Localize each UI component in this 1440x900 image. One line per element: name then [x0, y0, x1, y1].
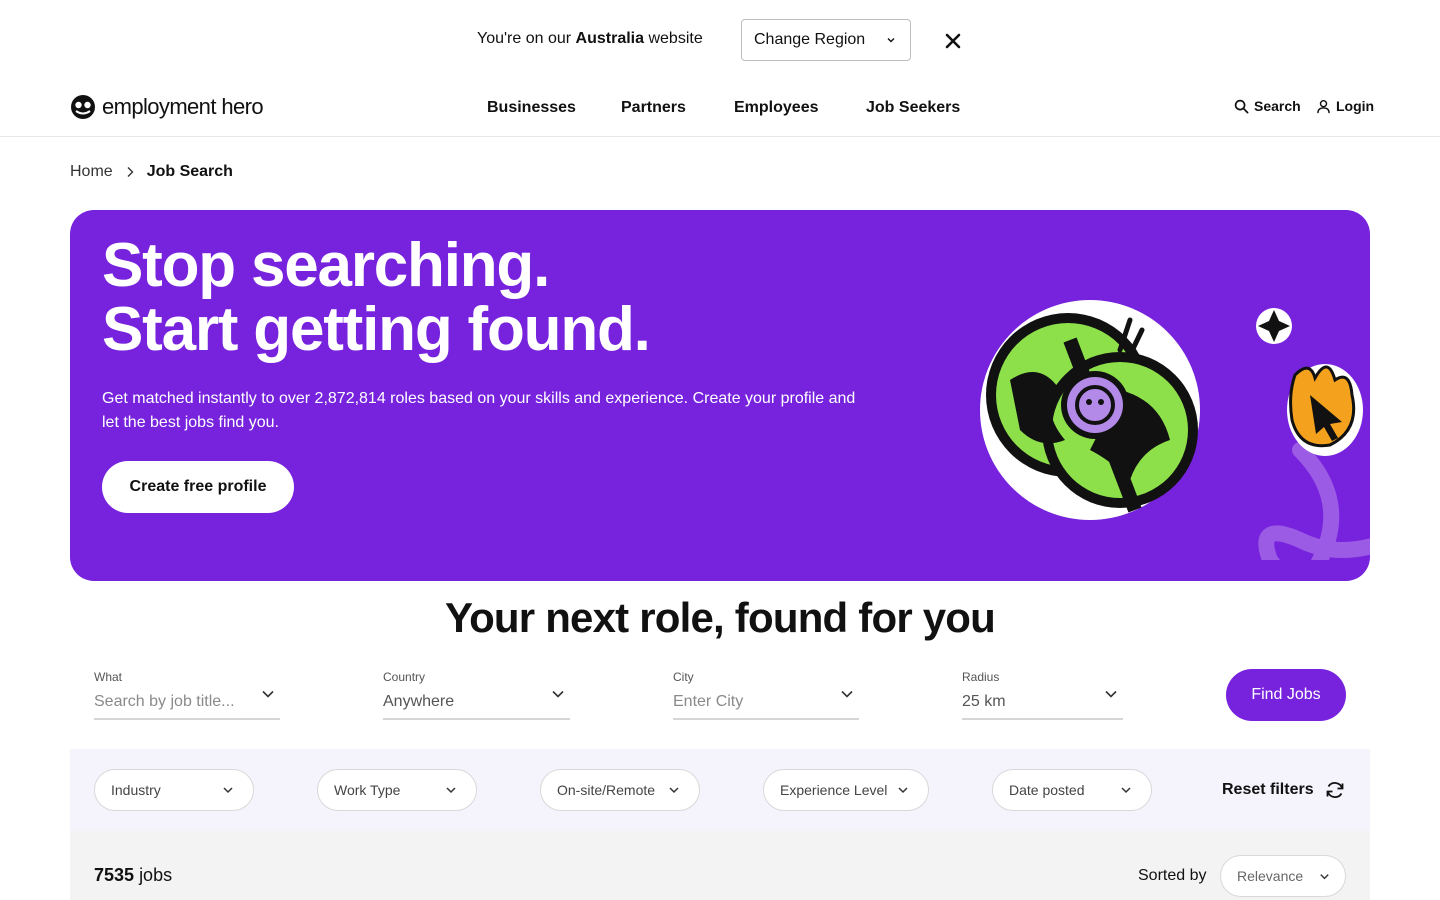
region-prefix: You're on our [477, 30, 572, 47]
city-input[interactable]: Enter City [673, 693, 743, 711]
what-label: What [94, 670, 123, 684]
hero-title-line-2: Start getting found. [102, 295, 651, 364]
chevron-down-icon[interactable] [260, 686, 276, 702]
jobs-count-number: 7535 [94, 865, 135, 885]
globe-sticker [980, 300, 1200, 520]
chevron-down-icon[interactable] [839, 686, 855, 702]
cursor-fire-icon [1287, 364, 1363, 456]
sort-label: Sorted by [1138, 867, 1207, 884]
filter-experience-level[interactable]: Experience Level [763, 769, 929, 811]
region-banner: You're on our Australia website Change R… [0, 0, 1440, 80]
chevron-right-icon [127, 167, 134, 177]
region-message: You're on our Australia website [477, 30, 703, 48]
nav-employees[interactable]: Employees [734, 99, 818, 117]
nav-businesses[interactable]: Businesses [487, 99, 576, 117]
chevron-down-icon [898, 787, 908, 794]
breadcrumb-home[interactable]: Home [70, 163, 113, 181]
reset-filters-label: Reset filters [1222, 781, 1314, 798]
hero-illustration [980, 300, 1370, 560]
results-bar: 7535 jobs Sorted by Relevance [70, 831, 1370, 900]
city-field[interactable]: City Enter City [673, 669, 859, 720]
sort-select[interactable]: Relevance [1220, 855, 1346, 897]
logo-icon [71, 95, 95, 119]
jobs-count: 7535 jobs [94, 865, 172, 886]
change-region-label: Change Region [754, 31, 866, 48]
filter-industry-label: Industry [111, 782, 161, 798]
filter-work-type-label: Work Type [334, 782, 401, 798]
filter-onsite-remote-label: On-site/Remote [557, 782, 656, 798]
filter-experience-level-label: Experience Level [780, 782, 888, 798]
country-label: Country [383, 670, 426, 684]
region-country: Australia [575, 30, 645, 47]
filter-date-posted-label: Date posted [1009, 782, 1085, 798]
hero-banner: Stop searching. Start getting found. Get… [70, 210, 1370, 581]
sparkle-icon [1256, 308, 1292, 344]
region-suffix: website [648, 30, 703, 47]
filter-date-posted[interactable]: Date posted [992, 769, 1152, 811]
radius-select[interactable]: 25 km [962, 693, 1006, 711]
jobs-count-suffix: jobs [139, 865, 173, 885]
nav-job-seekers[interactable]: Job Seekers [866, 99, 960, 117]
chevron-down-icon [446, 787, 456, 794]
login-label: Login [1336, 98, 1375, 114]
search-heading: Your next role, found for you [444, 594, 996, 641]
chevron-down-icon [1320, 874, 1329, 880]
what-input[interactable]: Search by job title... [94, 693, 235, 711]
close-icon[interactable] [942, 30, 964, 52]
chevron-down-icon[interactable] [1103, 686, 1119, 702]
what-field[interactable]: What Search by job title... [94, 669, 280, 720]
hero-description: Get matched instantly to over 2,872,814 … [102, 390, 856, 431]
filters-bar: Industry Work Type On-site/Remote Experi… [70, 749, 1370, 831]
nav-partners[interactable]: Partners [621, 99, 686, 117]
chevron-down-icon [887, 38, 895, 43]
breadcrumb: Home Job Search [70, 163, 233, 181]
city-label: City [673, 670, 694, 684]
radius-label: Radius [962, 670, 1000, 684]
breadcrumb-current: Job Search [146, 163, 233, 180]
search-label: Search [1254, 98, 1301, 114]
brand-name: employment hero [102, 94, 264, 119]
chevron-down-icon [669, 787, 679, 794]
site-header: employment hero Businesses Partners Empl… [0, 80, 1440, 137]
filter-onsite-remote[interactable]: On-site/Remote [540, 769, 700, 811]
hero-title-line-1: Stop searching. [102, 231, 550, 300]
find-jobs-button[interactable]: Find Jobs [1226, 669, 1346, 721]
sort-value: Relevance [1237, 868, 1304, 884]
search-icon [1234, 99, 1249, 113]
header-login-button[interactable]: Login [1316, 98, 1374, 114]
country-field[interactable]: Country Anywhere [383, 669, 570, 720]
filter-industry[interactable]: Industry [94, 769, 254, 811]
header-search-button[interactable]: Search [1234, 98, 1301, 114]
brand-logo[interactable]: employment hero [70, 94, 264, 120]
hero-title: Stop searching. Start getting found. [102, 231, 651, 364]
chevron-down-icon[interactable] [550, 686, 566, 702]
reset-filters-button[interactable]: Reset filters [1222, 779, 1346, 801]
country-select[interactable]: Anywhere [383, 693, 454, 711]
filter-work-type[interactable]: Work Type [317, 769, 477, 811]
user-icon [1317, 99, 1330, 113]
chevron-down-icon [1121, 787, 1131, 794]
refresh-icon [1326, 782, 1343, 798]
radius-field[interactable]: Radius 25 km [962, 669, 1123, 720]
chevron-down-icon [223, 787, 233, 794]
create-profile-button[interactable]: Create free profile [102, 461, 294, 513]
change-region-select[interactable]: Change Region [741, 19, 911, 61]
